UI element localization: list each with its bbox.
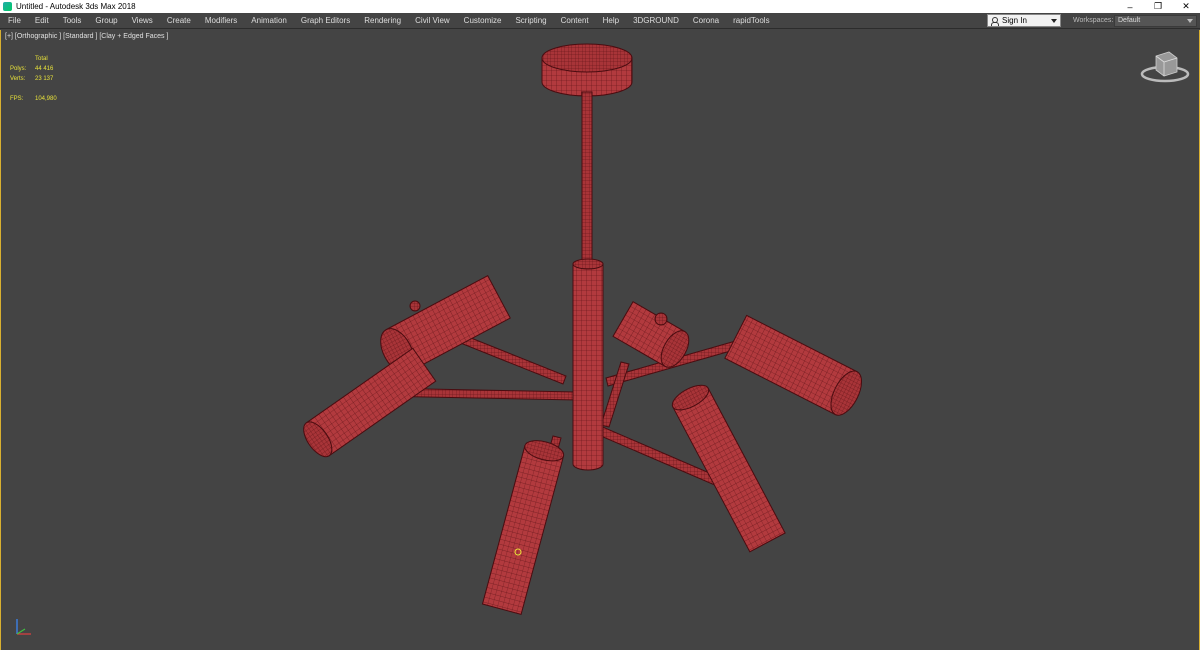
stats-header: Total [35, 56, 48, 62]
person-icon [991, 16, 999, 26]
menu-content[interactable]: Content [554, 16, 596, 25]
window-controls: – ❐ ✕ [1116, 0, 1200, 13]
menu-animation[interactable]: Animation [244, 16, 294, 25]
minimize-button[interactable]: – [1116, 0, 1144, 13]
title-bar: Untitled - Autodesk 3ds Max 2018 – ❐ ✕ [0, 0, 1200, 13]
hanging-rod[interactable] [581, 91, 593, 263]
workspaces-select[interactable]: Default [1114, 15, 1197, 27]
restore-button[interactable]: ❐ [1144, 0, 1172, 13]
knob [409, 300, 421, 312]
menu-customize[interactable]: Customize [457, 16, 509, 25]
menu-3dground[interactable]: 3DGROUND [626, 16, 686, 25]
fps-label: FPS: [10, 96, 24, 102]
scene-model[interactable] [1, 30, 1199, 650]
menu-rapidtools[interactable]: rapidTools [726, 16, 776, 25]
central-body[interactable] [572, 258, 604, 471]
workspaces-label: Workspaces: [1073, 17, 1114, 24]
ceiling-canopy[interactable] [541, 43, 633, 97]
fps-value: 104,980 [35, 96, 57, 102]
viewport-label[interactable]: [+] [Orthographic ] [Standard ] [Clay + … [5, 33, 168, 40]
menu-civil-view[interactable]: Civil View [408, 16, 457, 25]
polys-label: Polys: [10, 66, 27, 72]
close-button[interactable]: ✕ [1172, 0, 1200, 13]
chevron-down-icon [1187, 19, 1193, 23]
window-title: Untitled - Autodesk 3ds Max 2018 [16, 2, 136, 11]
perspective-viewport[interactable]: [+] [Orthographic ] [Standard ] [Clay + … [0, 30, 1200, 650]
chevron-down-icon [1051, 19, 1057, 23]
lamp-head-left[interactable] [298, 347, 437, 461]
verts-label: Verts: [10, 76, 26, 82]
lamp-head-bottom-center[interactable] [481, 437, 565, 615]
viewcube-icon[interactable] [1139, 50, 1191, 86]
menu-edit[interactable]: Edit [28, 16, 56, 25]
menu-tools[interactable]: Tools [56, 16, 89, 25]
menu-rendering[interactable]: Rendering [357, 16, 408, 25]
axis-tripod-icon [16, 619, 31, 635]
menu-views[interactable]: Views [125, 16, 160, 25]
menu-modifiers[interactable]: Modifiers [198, 16, 244, 25]
workspaces-value: Default [1118, 17, 1141, 24]
polys-value: 44 416 [35, 66, 54, 72]
statistics-overlay: Total Polys: 44 416 Verts: 23 137 FPS: 104,… [10, 54, 57, 104]
menu-corona[interactable]: Corona [686, 16, 726, 25]
menu-create[interactable]: Create [160, 16, 198, 25]
sign-in-dropdown[interactable]: Sign In [987, 14, 1061, 27]
sign-in-label: Sign In [1002, 16, 1027, 25]
menu-graph-editors[interactable]: Graph Editors [294, 16, 357, 25]
verts-value: 23 137 [35, 76, 54, 82]
menu-scripting[interactable]: Scripting [508, 16, 553, 25]
app-icon [3, 2, 12, 11]
lamp-head-top-right[interactable] [724, 314, 868, 420]
knob [654, 312, 668, 326]
menu-help[interactable]: Help [596, 16, 626, 25]
menu-group[interactable]: Group [88, 16, 124, 25]
menu-file[interactable]: File [0, 16, 28, 25]
